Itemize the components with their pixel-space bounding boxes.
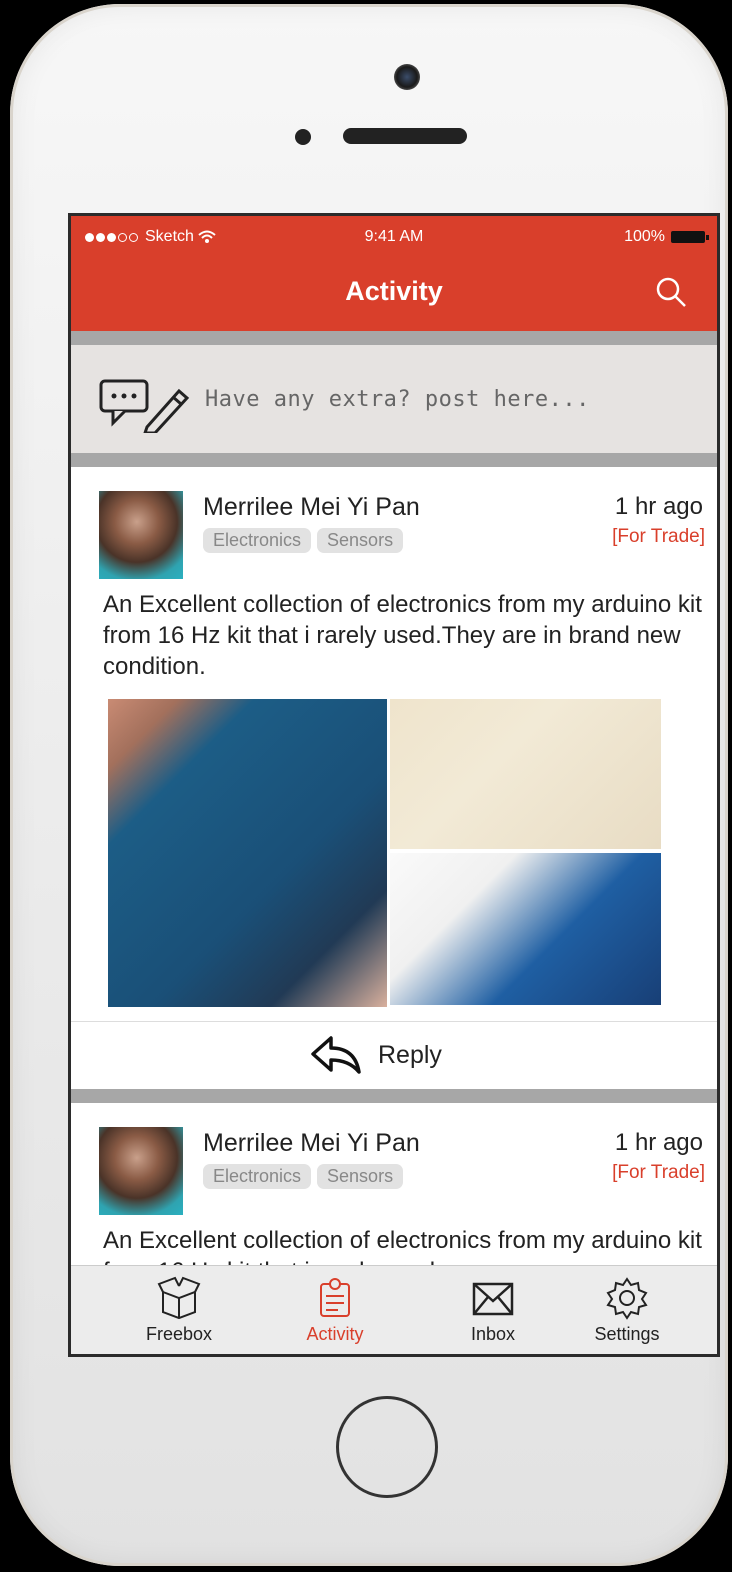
feed-post: Merrilee Mei Yi Pan Electronics Sensors … [71, 1103, 717, 1283]
status-time: 9:41 AM [364, 228, 424, 245]
reply-button[interactable]: Reply [71, 1021, 717, 1090]
post-photo-components[interactable] [390, 699, 661, 849]
post-author[interactable]: Merrilee Mei Yi Pan [203, 1129, 420, 1158]
mail-icon [472, 1282, 514, 1316]
post-type-badge: [For Trade] [612, 1162, 705, 1183]
activity-icon [320, 1278, 350, 1317]
tab-label: Inbox [470, 1324, 516, 1344]
post-tags: Electronics Sensors [203, 1164, 404, 1189]
box-icon [157, 1276, 201, 1320]
post-time: 1 hr ago [614, 1129, 703, 1156]
tag-electronics[interactable]: Electronics [203, 528, 312, 553]
front-camera [394, 64, 420, 90]
divider [71, 1089, 717, 1103]
tab-activity[interactable]: Activity [285, 1276, 385, 1352]
status-bar: Sketch 9:41 AM 100% [71, 216, 717, 256]
search-icon[interactable] [655, 276, 687, 308]
tab-freebox[interactable]: Freebox [129, 1276, 229, 1352]
tab-label: Settings [594, 1324, 660, 1344]
earpiece-speaker [343, 128, 467, 144]
chat-pencil-icon [99, 379, 190, 433]
app-header: Sketch 9:41 AM 100% Activity [71, 216, 717, 331]
post-type-badge: [For Trade] [612, 526, 705, 547]
tab-settings[interactable]: Settings [577, 1276, 677, 1352]
tab-bar: Freebox Activity Inbox Settings [71, 1265, 717, 1354]
post-tags: Electronics Sensors [203, 528, 404, 553]
tag-electronics[interactable]: Electronics [203, 1164, 312, 1189]
battery-percent: 100% [624, 228, 665, 245]
battery-indicator: 100% [624, 228, 709, 246]
reply-label: Reply [378, 1041, 442, 1069]
app-screen: Sketch 9:41 AM 100% Activity Have any ex… [68, 213, 720, 1357]
proximity-sensor [295, 129, 311, 145]
post-photo-sensor[interactable] [390, 853, 661, 1005]
tab-label: Freebox [145, 1324, 213, 1344]
post-photo-arduino[interactable] [108, 699, 387, 1007]
post-composer[interactable]: Have any extra? post here... [71, 345, 717, 453]
gear-icon [606, 1277, 648, 1320]
tab-inbox[interactable]: Inbox [443, 1276, 543, 1352]
post-time: 1 hr ago [614, 493, 703, 520]
battery-icon [671, 231, 709, 243]
tab-label: Activity [306, 1324, 364, 1344]
avatar[interactable] [99, 1127, 183, 1215]
post-author[interactable]: Merrilee Mei Yi Pan [203, 493, 420, 522]
divider [71, 331, 717, 345]
post-body: An Excellent collection of electronics f… [103, 591, 702, 680]
tag-sensors[interactable]: Sensors [317, 1164, 404, 1189]
page-title: Activity [345, 276, 443, 306]
composer-placeholder: Have any extra? post here... [205, 387, 590, 412]
home-button[interactable] [336, 1396, 438, 1498]
reply-icon [311, 1036, 361, 1074]
avatar[interactable] [99, 491, 183, 579]
tag-sensors[interactable]: Sensors [317, 528, 404, 553]
divider [71, 453, 717, 467]
